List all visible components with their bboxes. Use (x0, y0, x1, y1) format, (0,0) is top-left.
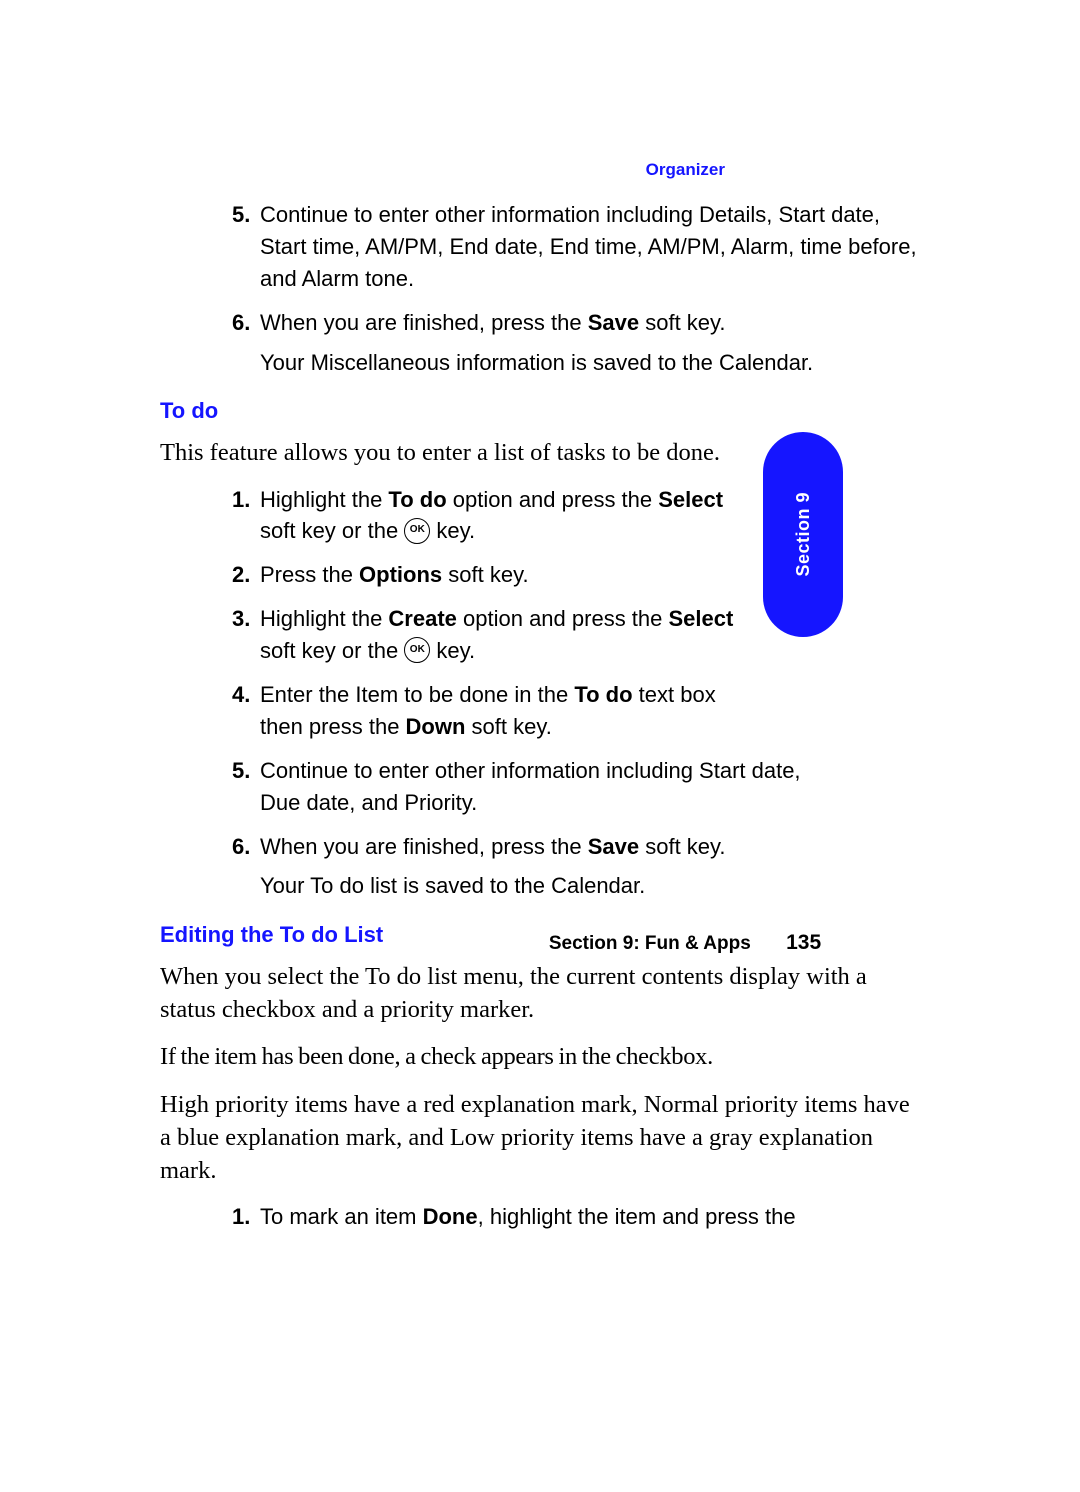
page-footer: Section 9: Fun & Apps 135 (0, 931, 1080, 955)
section-tab: Section 9 (763, 432, 843, 637)
bold-text: Save (588, 834, 639, 859)
step-text: Continue to enter other information incl… (260, 199, 920, 295)
step-number: 1. (232, 1201, 260, 1233)
step-subtext: Your To do list is saved to the Calendar… (260, 870, 820, 902)
editing-steps: 1. To mark an item Done, highlight the i… (232, 1201, 920, 1233)
bold-text: Options (359, 562, 442, 587)
text-segment: soft key. (639, 834, 725, 859)
step-number: 4. (232, 679, 260, 743)
text-segment: Press the (260, 562, 359, 587)
step-text: Press the Options soft key. (260, 559, 755, 591)
bold-text: Down (406, 714, 466, 739)
step-number: 2. (232, 559, 260, 591)
list-item: 4. Enter the Item to be done in the To d… (232, 679, 920, 743)
text-segment: Highlight the (260, 487, 388, 512)
step-text: To mark an item Done, highlight the item… (260, 1201, 920, 1233)
step-number: 6. (232, 307, 260, 379)
bold-text: To do (574, 682, 632, 707)
step-text: Continue to enter other information incl… (260, 755, 820, 819)
step-number: 6. (232, 831, 260, 903)
text-segment: soft key or the (260, 518, 404, 543)
text-segment: soft key. (639, 310, 725, 335)
text-segment: option and press the (447, 487, 659, 512)
bold-text: Create (388, 606, 456, 631)
text-segment: soft key. (465, 714, 551, 739)
text-segment: key. (430, 638, 475, 663)
text-segment: When you are finished, press the (260, 310, 588, 335)
section-tab-label: Section 9 (793, 492, 814, 577)
text-segment: soft key. (442, 562, 528, 587)
step-number: 1. (232, 484, 260, 548)
bold-text: Select (669, 606, 734, 631)
step-number: 5. (232, 755, 260, 819)
continuation-steps: 5. Continue to enter other information i… (232, 199, 920, 378)
text-segment: option and press the (457, 606, 669, 631)
editing-para3: High priority items have a red explanati… (160, 1088, 920, 1187)
text-segment: Enter the Item to be done in the (260, 682, 574, 707)
bold-text: To do (388, 487, 446, 512)
footer-section: Section 9: Fun & Apps (549, 933, 751, 954)
step-text: Enter the Item to be done in the To do t… (260, 679, 755, 743)
step-text: Highlight the To do option and press the… (260, 484, 755, 548)
text-segment: soft key or the (260, 638, 404, 663)
text-segment: key. (430, 518, 475, 543)
todo-heading: To do (160, 398, 920, 424)
bold-text: Select (658, 487, 723, 512)
list-item: 5. Continue to enter other information i… (232, 755, 920, 819)
text-segment: When you are finished, press the (260, 834, 588, 859)
step-number: 3. (232, 603, 260, 667)
text-segment: To mark an item (260, 1204, 423, 1229)
text-segment: , highlight the item and press the (478, 1204, 796, 1229)
step-text: When you are finished, press the Save so… (260, 307, 920, 379)
bold-text: Save (588, 310, 639, 335)
list-item: 6. When you are finished, press the Save… (232, 831, 920, 903)
list-item: 1. To mark an item Done, highlight the i… (232, 1201, 920, 1233)
step-text: Highlight the Create option and press th… (260, 603, 755, 667)
step-number: 5. (232, 199, 260, 295)
list-item: 6. When you are finished, press the Save… (232, 307, 920, 379)
list-item: 5. Continue to enter other information i… (232, 199, 920, 295)
ok-key-icon: OK (404, 637, 430, 663)
editing-para2: If the item has been done, a check appea… (160, 1040, 920, 1073)
step-subtext: Your Miscellaneous information is saved … (260, 347, 920, 379)
step-text: When you are finished, press the Save so… (260, 831, 820, 903)
bold-text: Done (423, 1204, 478, 1229)
header-section-label: Organizer (646, 160, 725, 180)
editing-para1: When you select the To do list menu, the… (160, 960, 920, 1026)
ok-key-icon: OK (404, 518, 430, 544)
page-content: Organizer 5. Continue to enter other inf… (0, 0, 1080, 1305)
text-segment: Highlight the (260, 606, 388, 631)
footer-page-number: 135 (786, 931, 821, 954)
